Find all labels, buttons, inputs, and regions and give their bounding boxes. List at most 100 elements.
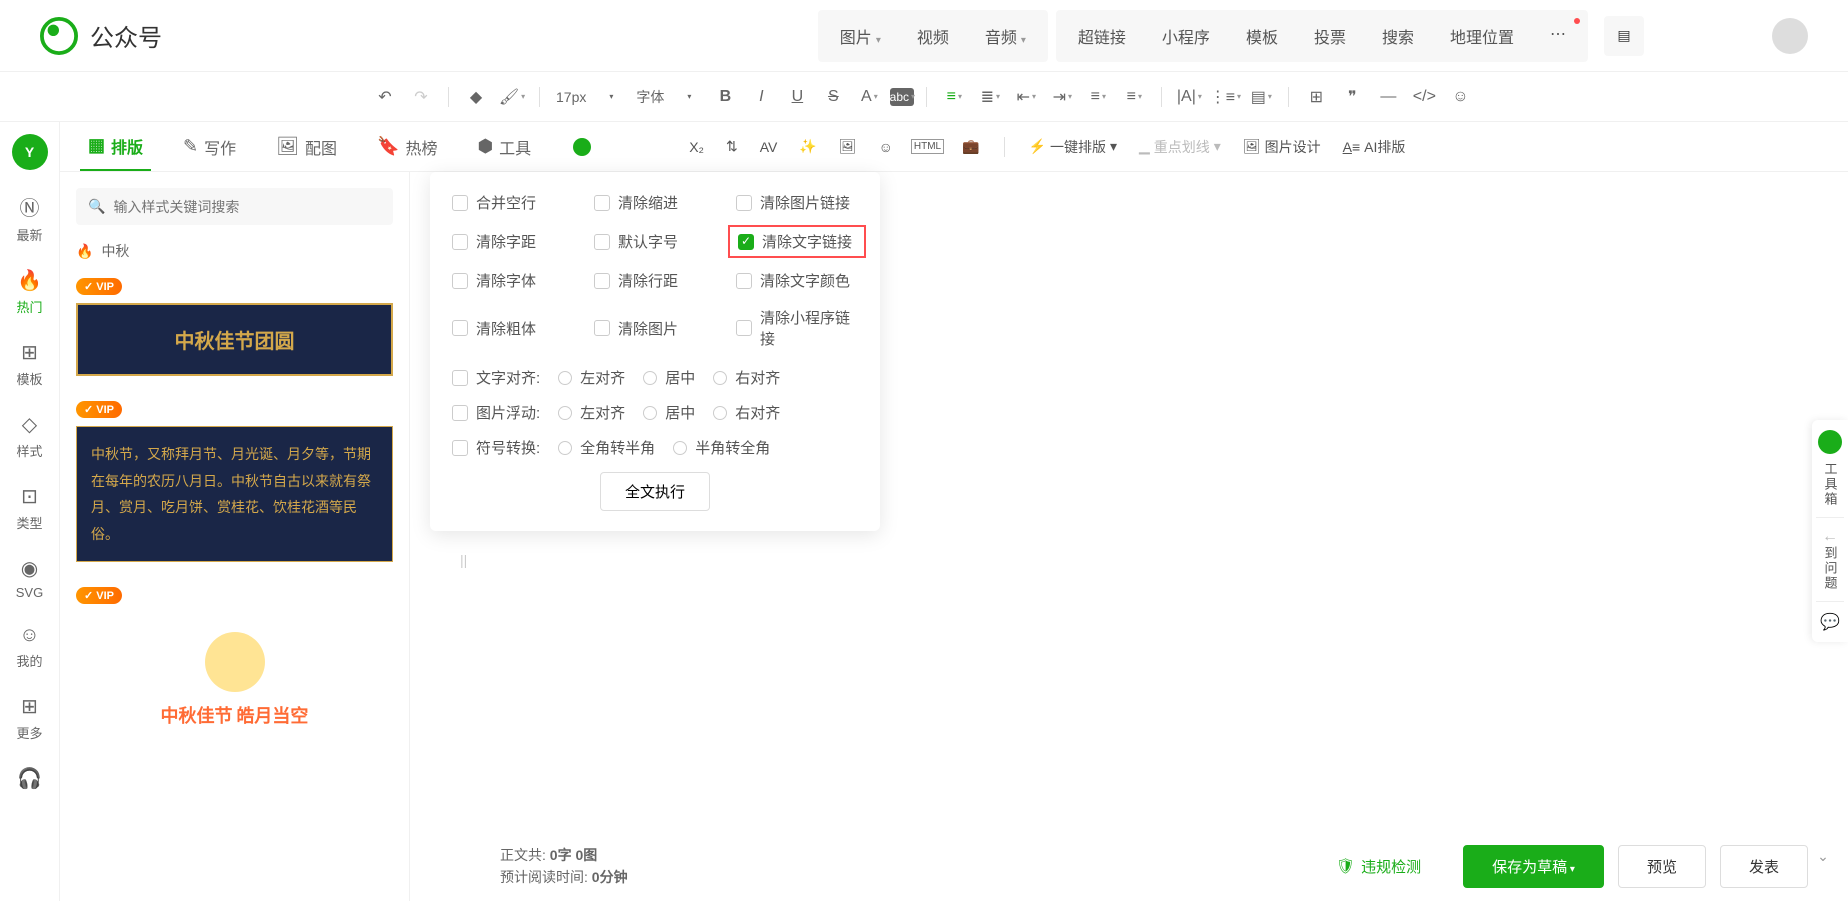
undo-icon[interactable]: ↶ — [370, 82, 400, 112]
nav-latest[interactable]: Ⓝ最新 — [0, 180, 60, 256]
bg-color-icon[interactable]: abc — [890, 88, 914, 106]
hr-icon[interactable]: — — [1373, 82, 1403, 112]
underline-icon[interactable]: U — [782, 82, 812, 112]
subscript-icon[interactable]: X₂ — [685, 139, 708, 155]
fontsize-select[interactable]: 17px — [552, 89, 590, 105]
redo-icon[interactable]: ↷ — [406, 82, 436, 112]
tab-write[interactable]: ✎写作 — [175, 122, 244, 171]
nav-support[interactable]: 🎧 — [0, 754, 60, 803]
chk-default-fontsize[interactable]: 默认字号 — [594, 229, 716, 254]
menu-more[interactable]: ⋯ — [1532, 14, 1584, 58]
template-card-1[interactable]: ✓ VIP 中秋佳节团圆 — [76, 277, 393, 376]
menu-search[interactable]: 搜索 — [1364, 14, 1432, 58]
list-icon[interactable]: ⋮≡ — [1210, 82, 1240, 112]
menu-miniprogram[interactable]: 小程序 — [1144, 14, 1228, 58]
chk-clear-images[interactable]: 清除图片 — [594, 307, 716, 349]
app-title: 公众号 — [90, 18, 162, 53]
text-color-icon[interactable]: A — [854, 82, 884, 112]
template-card-2[interactable]: ✓ VIP 中秋节，又称拜月节、月光诞、月夕等，节期在每年的农历八月日。中秋节自… — [76, 400, 393, 562]
filter-tag[interactable]: 中秋 — [101, 241, 129, 261]
image-design-button[interactable]: 🖼图片设计 — [1239, 137, 1325, 157]
user-avatar[interactable] — [1772, 18, 1808, 54]
chk-clear-miniprogram-link[interactable]: 清除小程序链接 — [736, 307, 858, 349]
format-painter-icon[interactable]: 🖌 — [497, 82, 527, 112]
nav-mine[interactable]: ☺我的 — [0, 612, 60, 682]
tab-trending[interactable]: 🔖热榜 — [369, 122, 445, 171]
float-logo-icon[interactable] — [1818, 430, 1842, 454]
nav-more[interactable]: ⊞更多 — [0, 682, 60, 754]
latest-icon: Ⓝ — [20, 192, 40, 221]
chk-clear-text-color[interactable]: 清除文字颜色 — [736, 270, 858, 291]
clear-format-icon[interactable]: ◆ — [461, 82, 491, 112]
chk-merge-blank[interactable]: 合并空行 — [452, 192, 574, 213]
briefcase-icon[interactable]: 💼 — [958, 138, 983, 155]
auto-format-button[interactable]: ⚡一键排版 ▾ — [1025, 137, 1121, 157]
image-insert-icon[interactable]: 🖼 — [835, 138, 861, 155]
quote-icon[interactable]: ❞ — [1337, 82, 1367, 112]
text-transform-icon[interactable]: ⇅ — [722, 138, 742, 155]
strikethrough-icon[interactable]: S — [818, 82, 848, 112]
line-height-icon[interactable]: ≡ — [1083, 82, 1113, 112]
menu-vote[interactable]: 投票 — [1296, 14, 1364, 58]
template-card-3[interactable]: ✓ VIP 中秋佳节 皓月当空 — [76, 586, 393, 748]
outdent-icon[interactable]: ⇥ — [1047, 82, 1077, 112]
nav-hot[interactable]: 🔥热门 — [0, 256, 60, 328]
app-logo-icon[interactable]: Y — [12, 134, 48, 170]
table-icon[interactable]: ⊞ — [1301, 82, 1331, 112]
tab-images[interactable]: 🖼配图 — [268, 122, 345, 171]
chk-clear-text-link[interactable]: 清除文字链接 — [728, 225, 866, 258]
tab-layout[interactable]: ▦排版 — [80, 122, 151, 171]
emoji2-icon[interactable]: ☺ — [875, 139, 897, 155]
layout-icon-button[interactable]: ▤ — [1604, 16, 1644, 56]
tab-tools[interactable]: ⬢工具 — [469, 122, 539, 171]
cube-icon: ⬢ — [477, 136, 493, 157]
execute-all-button[interactable]: 全文执行 — [600, 472, 710, 511]
menu-image[interactable]: 图片 — [822, 14, 899, 58]
chk-clear-bold[interactable]: 清除粗体 — [452, 307, 574, 349]
fontfamily-select[interactable]: 字体 — [632, 87, 668, 107]
feedback-label[interactable]: 到问题 — [1821, 546, 1840, 591]
bold-icon[interactable]: B — [710, 82, 740, 112]
publish-button[interactable]: 发表 — [1720, 845, 1808, 888]
html-icon[interactable]: HTML — [911, 139, 944, 154]
italic-icon[interactable]: I — [746, 82, 776, 112]
indent-icon[interactable]: ⇤ — [1011, 82, 1041, 112]
ai-format-button[interactable]: A≡AI排版 — [1339, 137, 1410, 157]
expand-chevron-icon[interactable]: ⌄ — [1808, 841, 1838, 871]
arrow-left-icon[interactable]: ← — [1812, 528, 1848, 546]
image-icon: 🖼 — [276, 136, 299, 157]
picture-icon: 🖼 — [1243, 138, 1261, 155]
search-input[interactable] — [113, 199, 381, 215]
chat-icon[interactable]: 💬 — [1812, 612, 1848, 632]
letter-spacing-icon[interactable]: |A| — [1174, 82, 1204, 112]
save-draft-button[interactable]: 保存为草稿 — [1463, 845, 1604, 888]
align-left-icon[interactable]: ≡ — [939, 82, 969, 112]
chk-clear-font[interactable]: 清除字体 — [452, 270, 574, 291]
kerning-icon[interactable]: AV — [756, 139, 782, 155]
code-icon[interactable]: </> — [1409, 82, 1439, 112]
nav-svg[interactable]: ◉SVG — [0, 544, 60, 612]
menu-audio[interactable]: 音频 — [967, 14, 1044, 58]
toolbox-label[interactable]: 工具箱 — [1821, 462, 1840, 507]
align-justify-icon[interactable]: ≣ — [975, 82, 1005, 112]
chk-clear-lineheight[interactable]: 清除行距 — [594, 270, 716, 291]
header-menus: 图片 视频 音频 超链接 小程序 模板 投票 搜索 地理位置 ⋯ ▤ — [818, 10, 1808, 62]
violation-check-button[interactable]: 🛡违规检测 — [1308, 846, 1449, 887]
magic-icon[interactable]: ✨ — [795, 138, 820, 155]
menu-template[interactable]: 模板 — [1228, 14, 1296, 58]
spacing-icon[interactable]: ≡ — [1119, 82, 1149, 112]
emoji-icon[interactable]: ☺ — [1445, 82, 1475, 112]
highlight-button[interactable]: ▁重点划线 ▾ — [1135, 137, 1225, 157]
menu-hyperlink[interactable]: 超链接 — [1060, 14, 1144, 58]
template-panel: 🔍 🔥 中秋 ✓ VIP 中秋佳节团圆 ✓ VIP 中秋节，又称拜月节、月光诞、… — [60, 172, 410, 901]
indent2-icon[interactable]: ▤ — [1246, 82, 1276, 112]
preview-button[interactable]: 预览 — [1618, 845, 1706, 888]
nav-template[interactable]: ⊞模板 — [0, 328, 60, 400]
chk-clear-img-link[interactable]: 清除图片链接 — [736, 192, 858, 213]
chk-clear-indent[interactable]: 清除缩进 — [594, 192, 716, 213]
nav-style[interactable]: ◇样式 — [0, 400, 60, 472]
nav-type[interactable]: ⊡类型 — [0, 472, 60, 544]
menu-location[interactable]: 地理位置 — [1432, 14, 1532, 58]
chk-clear-letterspace[interactable]: 清除字距 — [452, 229, 574, 254]
menu-video[interactable]: 视频 — [899, 14, 967, 58]
